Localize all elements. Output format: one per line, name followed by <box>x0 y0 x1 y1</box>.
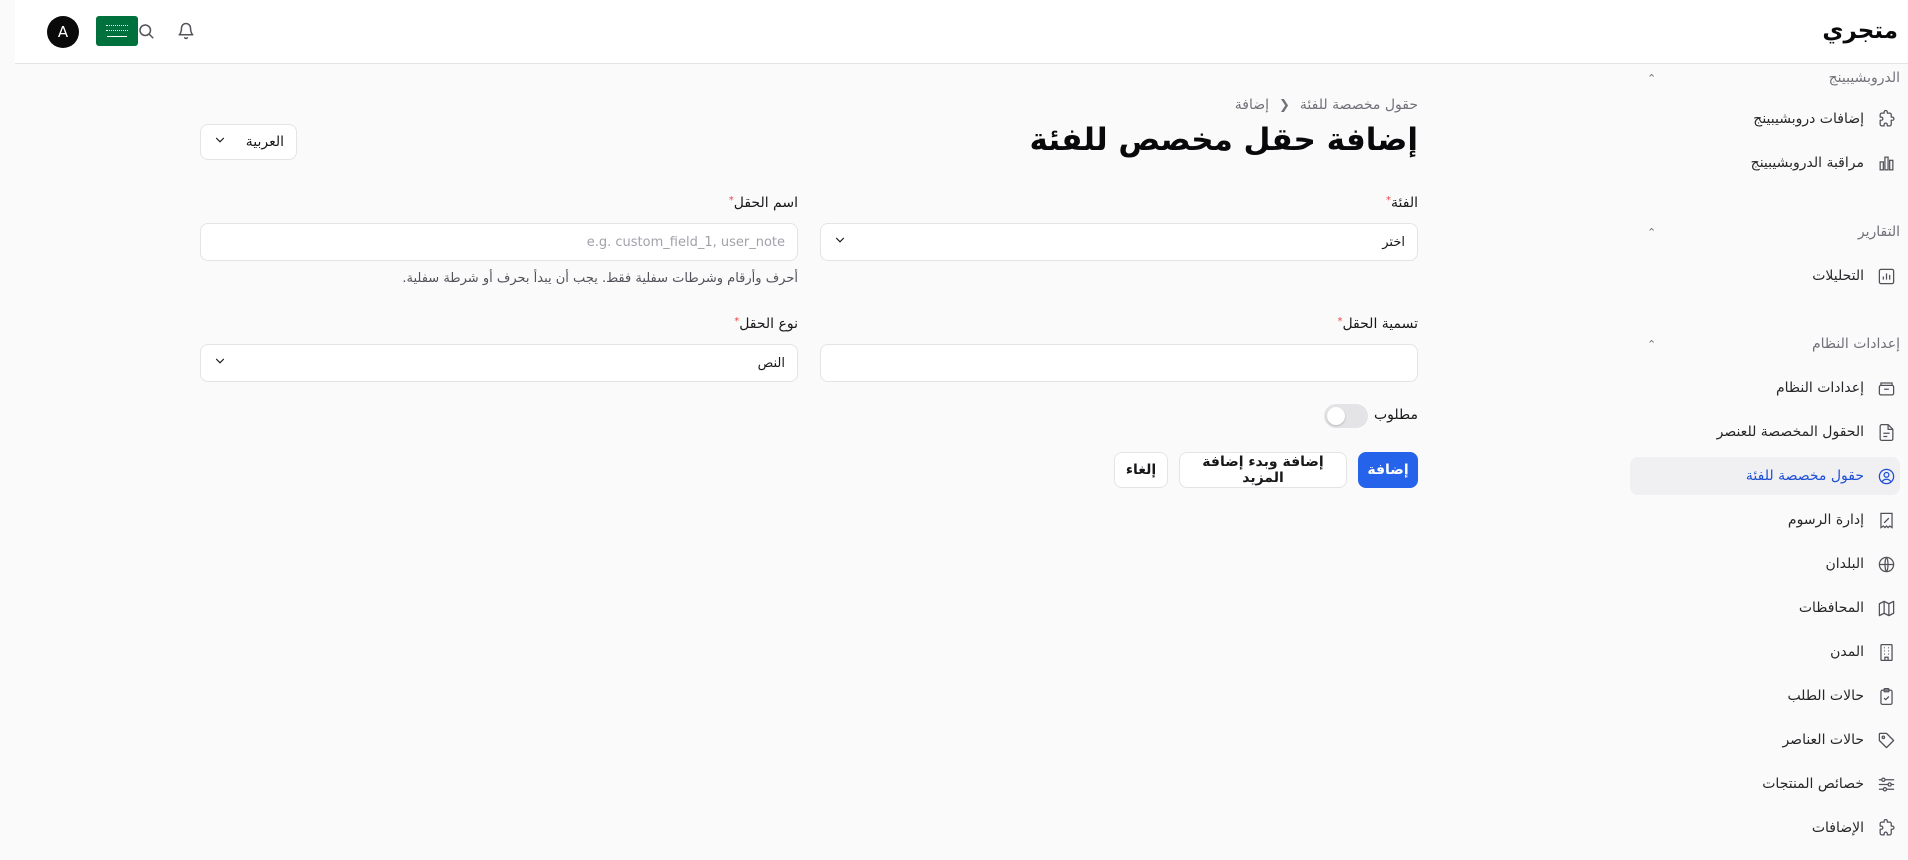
user-avatar[interactable]: A <box>47 16 79 48</box>
field-label-label-text: تسمية الحقل <box>1342 316 1418 332</box>
category-label: الفئة* <box>1386 195 1418 211</box>
sidebar-item-cities[interactable]: المدن <box>1630 633 1900 671</box>
section-title: التقارير <box>1857 224 1900 240</box>
sidebar-item-label: إدارة الرسوم <box>1787 512 1864 528</box>
globe-icon <box>1876 554 1896 574</box>
bar-chart-icon <box>1876 153 1896 173</box>
main-content: حقول مخصصة للفئة ❮ إضافة إضافة حقل مخصص … <box>200 64 1418 860</box>
notifications-bell-icon[interactable] <box>175 20 197 42</box>
archive-icon <box>1876 378 1896 398</box>
breadcrumb-current: إضافة <box>1234 97 1270 113</box>
section-title: إعدادات النظام <box>1811 336 1900 352</box>
puzzle-icon <box>1876 818 1896 838</box>
user-circle-icon <box>1876 466 1896 486</box>
language-flag-icon[interactable] <box>96 16 138 46</box>
chevron-down-icon <box>213 354 227 372</box>
sidebar-item-label: التحليلات <box>1812 268 1864 284</box>
sidebar-item-label: إضافات دروبشيبينج <box>1753 111 1864 127</box>
add-and-continue-button[interactable]: إضافة وبدء إضافة المزيد <box>1179 452 1347 488</box>
sidebar-item-product-attributes[interactable]: خصائص المنتجات <box>1630 765 1900 803</box>
language-select[interactable]: العربية <box>200 124 297 160</box>
sidebar-item-order-statuses[interactable]: حالات الطلب <box>1630 677 1900 715</box>
map-icon <box>1876 598 1896 618</box>
sidebar-item-label: خصائص المنتجات <box>1762 776 1864 792</box>
file-text-icon <box>1876 422 1896 442</box>
field-name-input[interactable] <box>200 223 798 261</box>
sidebar-item-label: المدن <box>1830 644 1864 660</box>
field-name-label-text: اسم الحقل <box>733 195 798 211</box>
sidebar-item-label: المحافظات <box>1798 600 1864 616</box>
sidebar-item-analytics[interactable]: التحليلات <box>1630 257 1900 295</box>
sidebar-item-label: البلدان <box>1825 556 1864 572</box>
sidebar-item-label: إعدادات النظام <box>1775 380 1864 396</box>
sidebar-item-label: مراقبة الدروبشيبينج <box>1750 155 1864 171</box>
sidebar-section-dropshipping[interactable]: الدروبشيبينج ⌃ <box>1645 66 1900 90</box>
chevron-up-icon[interactable]: ⌃ <box>1647 72 1656 85</box>
sidebar-item-item-statuses[interactable]: حالات العناصر <box>1630 721 1900 759</box>
sidebar-item-label: الحقول المخصصة للعنصر <box>1716 424 1864 440</box>
sidebar: الدروبشيبينج ⌃ إضافات دروبشيبينج مراقبة … <box>1630 64 1908 860</box>
category-select[interactable]: اختر <box>820 223 1418 261</box>
field-type-select-value: النص <box>757 355 785 371</box>
building-icon <box>1876 642 1896 662</box>
sidebar-section-reports[interactable]: التقارير ⌃ <box>1645 220 1900 244</box>
sidebar-item-category-custom-fields[interactable]: حقول مخصصة للفئة <box>1630 457 1900 495</box>
sidebar-item-dropshipping-addons[interactable]: إضافات دروبشيبينج <box>1630 100 1900 138</box>
sidebar-item-addons[interactable]: الإضافات <box>1630 809 1900 847</box>
analytics-icon <box>1876 266 1896 286</box>
field-type-label: نوع الحقل* <box>200 316 798 332</box>
chevron-down-icon <box>833 233 847 251</box>
category-select-value: اختر <box>1382 234 1405 250</box>
required-toggle[interactable] <box>1324 404 1368 428</box>
sliders-icon <box>1876 774 1896 794</box>
sidebar-item-label: حالات العناصر <box>1782 732 1864 748</box>
field-type-label-text: نوع الحقل <box>739 316 798 332</box>
sidebar-item-fees[interactable]: إدارة الرسوم <box>1630 501 1900 539</box>
category-label-text: الفئة <box>1391 195 1418 211</box>
receipt-percent-icon <box>1876 510 1896 530</box>
search-icon[interactable] <box>135 20 157 42</box>
toggle-knob <box>1327 407 1345 425</box>
chevron-up-icon[interactable]: ⌃ <box>1647 338 1656 351</box>
section-title: الدروبشيبينج <box>1828 70 1900 86</box>
field-label-label: تسمية الحقل* <box>1337 316 1418 332</box>
page-title: إضافة حقل مخصص للفئة <box>1029 122 1418 158</box>
field-type-select[interactable]: النص <box>200 344 798 382</box>
sidebar-item-label: الإضافات <box>1811 820 1864 836</box>
sidebar-section-system-settings[interactable]: إعدادات النظام ⌃ <box>1645 332 1900 356</box>
field-label-input[interactable] <box>820 344 1418 382</box>
sidebar-item-governorates[interactable]: المحافظات <box>1630 589 1900 627</box>
sidebar-item-label: حالات الطلب <box>1787 688 1864 704</box>
tag-icon <box>1876 730 1896 750</box>
top-bar: متجري A <box>15 0 1908 64</box>
add-button[interactable]: إضافة <box>1358 452 1418 488</box>
sidebar-item-label: حقول مخصصة للفئة <box>1745 468 1864 484</box>
field-name-hint: أحرف وأرقام وشرطات سفلية فقط. يجب أن يبد… <box>402 271 798 286</box>
puzzle-icon <box>1876 109 1896 129</box>
sidebar-item-item-custom-fields[interactable]: الحقول المخصصة للعنصر <box>1630 413 1900 451</box>
app-brand[interactable]: متجري <box>1822 18 1898 44</box>
chevron-up-icon[interactable]: ⌃ <box>1647 226 1656 239</box>
sidebar-item-dropshipping-monitor[interactable]: مراقبة الدروبشيبينج <box>1630 144 1900 182</box>
field-name-label: اسم الحقل* <box>200 195 798 211</box>
cancel-button[interactable]: إلغاء <box>1114 452 1168 488</box>
clipboard-check-icon <box>1876 686 1896 706</box>
sidebar-item-countries[interactable]: البلدان <box>1630 545 1900 583</box>
breadcrumb-parent-link[interactable]: حقول مخصصة للفئة <box>1300 97 1418 113</box>
chevron-left-icon: ❮ <box>1279 97 1290 113</box>
sidebar-item-system-settings[interactable]: إعدادات النظام <box>1630 369 1900 407</box>
language-select-value: العربية <box>245 134 284 150</box>
chevron-down-icon <box>213 133 227 151</box>
breadcrumb: حقول مخصصة للفئة ❮ إضافة <box>1235 97 1418 113</box>
